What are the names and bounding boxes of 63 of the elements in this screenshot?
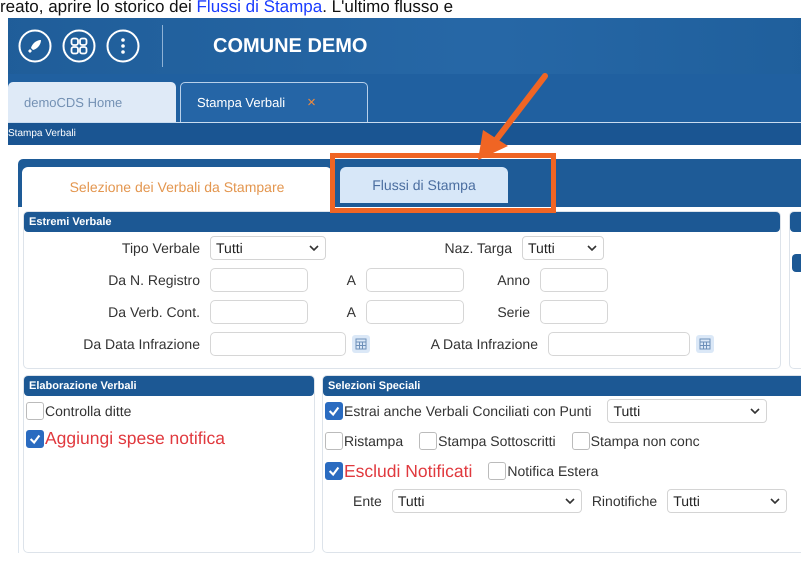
panel-header: Selezioni Speciali: [323, 376, 801, 396]
date-field[interactable]: [210, 332, 346, 356]
field-label: Rinotifiche: [592, 493, 658, 509]
checkbox[interactable]: [488, 462, 506, 480]
checkbox[interactable]: [572, 432, 590, 450]
checkbox-label: Stampa non conc: [590, 433, 700, 449]
date-field[interactable]: [548, 332, 690, 356]
checkbox[interactable]: [26, 430, 44, 448]
input-field[interactable]: [366, 268, 464, 292]
document-link[interactable]: Flussi di Stampa: [196, 0, 322, 16]
tab[interactable]: Stampa Verbali ×: [180, 82, 368, 122]
caret-icon: [770, 498, 780, 504]
panel-header: Elaborazione Verbali: [24, 376, 314, 396]
rocket-icon[interactable]: [18, 29, 52, 63]
calendar-icon[interactable]: [696, 335, 714, 353]
field-label: A: [346, 304, 357, 320]
checkbox-label: Estrai anche Verbali Conciliati con Punti: [344, 403, 592, 419]
input-field[interactable]: [210, 300, 308, 324]
checkbox[interactable]: [325, 432, 343, 450]
field-label: Da Verb. Cont.: [107, 304, 201, 320]
calendar-icon[interactable]: [352, 335, 370, 353]
field-label: Da N. Registro: [107, 272, 201, 288]
checkbox[interactable]: [325, 402, 343, 420]
field-label: Da Data Infrazione: [82, 336, 201, 352]
input-field[interactable]: [366, 300, 464, 324]
field-label: A: [346, 272, 357, 288]
dropdown[interactable]: Tutti: [522, 236, 604, 260]
checkmark-icon: [327, 404, 341, 418]
input-field[interactable]: [210, 268, 308, 292]
checkbox-label: Stampa Sottoscritti: [438, 433, 556, 449]
dropdown[interactable]: Tutti: [392, 489, 582, 513]
checkbox[interactable]: [419, 432, 438, 450]
dropdown[interactable]: Tutti: [210, 236, 326, 260]
document-text: reato, aprire lo storico dei Flussi di Stampa. L'ultimo flusso e: [0, 0, 454, 16]
checkbox[interactable]: [325, 462, 343, 480]
field-label: Tipo Verbale: [120, 240, 201, 256]
apps-icon[interactable]: [62, 29, 96, 63]
dropdown[interactable]: Tutti: [607, 399, 768, 423]
input-field[interactable]: [540, 300, 608, 324]
input-field[interactable]: [540, 268, 608, 292]
caret-icon: [309, 245, 319, 251]
field-label: A Data Infrazione: [430, 336, 539, 352]
checkbox-label: Notifica Estera: [507, 463, 598, 479]
checkbox-label: Controlla ditte: [45, 403, 132, 419]
breadcrumb-bar: Stampa Verbali: [8, 123, 801, 145]
checkbox[interactable]: [26, 402, 44, 420]
dropdown[interactable]: Tutti: [667, 489, 788, 513]
caret-icon: [750, 408, 760, 414]
more-icon[interactable]: [106, 29, 140, 63]
field-label: Ente: [353, 493, 382, 509]
checkbox-label: Escludi Notificati: [344, 460, 472, 482]
checkmark-icon: [327, 464, 341, 478]
side-button[interactable]: [792, 254, 801, 272]
caret-icon: [564, 498, 575, 504]
field-label: Anno: [496, 272, 531, 288]
panel-header: Estremi Verbale: [24, 212, 780, 232]
tab[interactable]: Flussi di Stampa: [340, 167, 508, 203]
app-title: COMUNE DEMO: [213, 34, 368, 58]
checkbox-label: Aggiungi spese notifica: [45, 428, 225, 449]
field-label: Naz. Targa: [444, 240, 513, 256]
checkbox-label: Ristampa: [344, 433, 404, 449]
field-label: Serie: [496, 304, 531, 320]
caret-icon: [587, 245, 597, 251]
